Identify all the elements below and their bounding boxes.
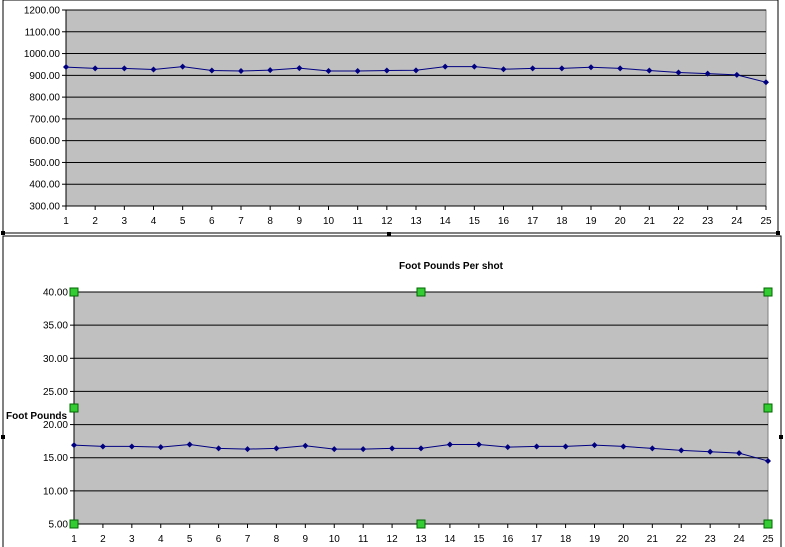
chart-1-y-tick-label: 700.00: [29, 114, 60, 125]
chart-2-selection-handle[interactable]: [763, 287, 773, 297]
chart-2-x-tick-label: 21: [647, 534, 659, 545]
chart-area-handle[interactable]: [1, 231, 5, 235]
chart-1-y-tick-label: 1100.00: [25, 27, 61, 38]
chart-2-selection-handle[interactable]: [416, 519, 426, 529]
chart-2-y-tick-label: 5.00: [49, 520, 69, 531]
chart-1-x-tick-label: 4: [151, 216, 157, 227]
chart-2-x-tick-label: 23: [705, 534, 717, 545]
chart-1-x-tick-label: 8: [267, 216, 273, 227]
chart-2-x-tick-label: 20: [618, 534, 630, 545]
chart-2-x-tick-label: 3: [129, 534, 135, 545]
chart-1-y-tick-label: 900.00: [29, 71, 60, 82]
chart-2-x-tick-label: 1: [71, 534, 77, 545]
chart-1-y-tick-label: 500.00: [29, 158, 60, 169]
chart-1-x-tick-label: 2: [92, 216, 98, 227]
chart-2-x-tick-label: 16: [502, 534, 514, 545]
chart-2-y-tick-label: 10.00: [43, 486, 68, 497]
chart-2-x-tick-label: 2: [100, 534, 106, 545]
chart-1-x-tick-label: 23: [702, 216, 714, 227]
chart-2-x-tick-label: 18: [560, 534, 572, 545]
chart-2-x-tick-label: 13: [415, 534, 427, 545]
chart-2-x-tick-label: 24: [734, 534, 746, 545]
chart-1-y-tick-label: 1200.00: [24, 6, 61, 17]
chart-1-x-tick-label: 21: [644, 216, 656, 227]
chart-1-x-tick-label: 17: [527, 216, 539, 227]
chart-1-x-tick-label: 12: [381, 216, 393, 227]
chart-1-x-tick-label: 3: [122, 216, 128, 227]
chart-1-y-tick-label: 300.00: [29, 202, 60, 213]
chart-2-x-tick-label: 25: [762, 534, 774, 545]
chart-1-x-tick-label: 20: [615, 216, 627, 227]
chart-1-x-tick-label: 24: [731, 216, 743, 227]
chart-1-x-tick-label: 11: [352, 216, 363, 227]
chart-1-x-tick-label: 9: [297, 216, 303, 227]
chart-area-handle[interactable]: [1, 435, 5, 439]
chart-1-y-tick-label: 600.00: [29, 136, 60, 147]
chart-1-x-tick-label: 1: [63, 216, 69, 227]
chart-area-handle[interactable]: [387, 232, 391, 236]
chart-2-x-tick-label: 4: [158, 534, 164, 545]
chart-2-x-tick-label: 19: [589, 534, 601, 545]
chart-2-x-tick-label: 12: [387, 534, 399, 545]
chart-2-y-tick-label: 30.00: [43, 354, 68, 365]
chart-2-x-tick-label: 6: [216, 534, 222, 545]
chart-1-x-tick-label: 16: [498, 216, 510, 227]
chart-2-title: Foot Pounds Per shot: [399, 261, 504, 272]
chart-2-selection-handle[interactable]: [69, 519, 79, 529]
chart-2-x-tick-label: 8: [274, 534, 280, 545]
chart-1-x-tick-label: 7: [238, 216, 244, 227]
chart-1-y-tick-label: 800.00: [29, 93, 60, 104]
chart-2-x-tick-label: 17: [531, 534, 543, 545]
chart-1-plot-area[interactable]: [65, 9, 767, 207]
chart-2-selection-handle[interactable]: [763, 403, 773, 413]
chart-2-x-tick-label: 15: [473, 534, 485, 545]
chart-2-y-tick-label: 25.00: [43, 387, 68, 398]
chart-2-y-tick-label: 40.00: [43, 288, 68, 299]
chart-canvas: 300.00 400.00 500.00 600.00 700.00 800.00 900.…: [1, 0, 783, 547]
chart-1-x-tick-label: 22: [673, 216, 685, 227]
chart-2-selection-handle[interactable]: [416, 287, 426, 297]
chart-1-y-tick-label: 1000.00: [24, 49, 61, 60]
chart-2-selection-handle[interactable]: [69, 403, 79, 413]
chart-2-selection-handle[interactable]: [69, 287, 79, 297]
chart-2-x-tick-label: 11: [358, 534, 369, 545]
chart-2-x-tick-label: 14: [444, 534, 456, 545]
chart-2-x-tick-label: 9: [303, 534, 309, 545]
chart-2-y-tick-label: 35.00: [43, 321, 68, 332]
chart-2-x-tick-label: 7: [245, 534, 251, 545]
chart-area-handle[interactable]: [776, 231, 780, 235]
chart-1-y-tick-label: 400.00: [29, 180, 60, 191]
chart-2-plot-area[interactable]: [73, 291, 769, 525]
chart-2-y-tick-label: 15.00: [43, 453, 68, 464]
chart-1-x-tick-label: 19: [585, 216, 597, 227]
chart-1-x-tick-label: 25: [760, 216, 772, 227]
chart-1-x-tick-label: 15: [469, 216, 481, 227]
chart-2-x-tick-label: 10: [329, 534, 341, 545]
chart-2-x-tick-label: 22: [676, 534, 688, 545]
chart-1-x-tick-label: 14: [440, 216, 452, 227]
chart-2-x-tick-label: 5: [187, 534, 193, 545]
chart-1-x-tick-label: 5: [180, 216, 186, 227]
chart-1-x-tick-label: 13: [410, 216, 422, 227]
chart-1-x-tick-label: 10: [323, 216, 335, 227]
chart-1-x-tick-label: 6: [209, 216, 215, 227]
chart-1-x-tick-label: 18: [556, 216, 568, 227]
chart-2-selection-handle[interactable]: [763, 519, 773, 529]
chart-2-y-axis-title: Foot Pounds: [6, 411, 68, 422]
chart-area-handle[interactable]: [779, 435, 783, 439]
